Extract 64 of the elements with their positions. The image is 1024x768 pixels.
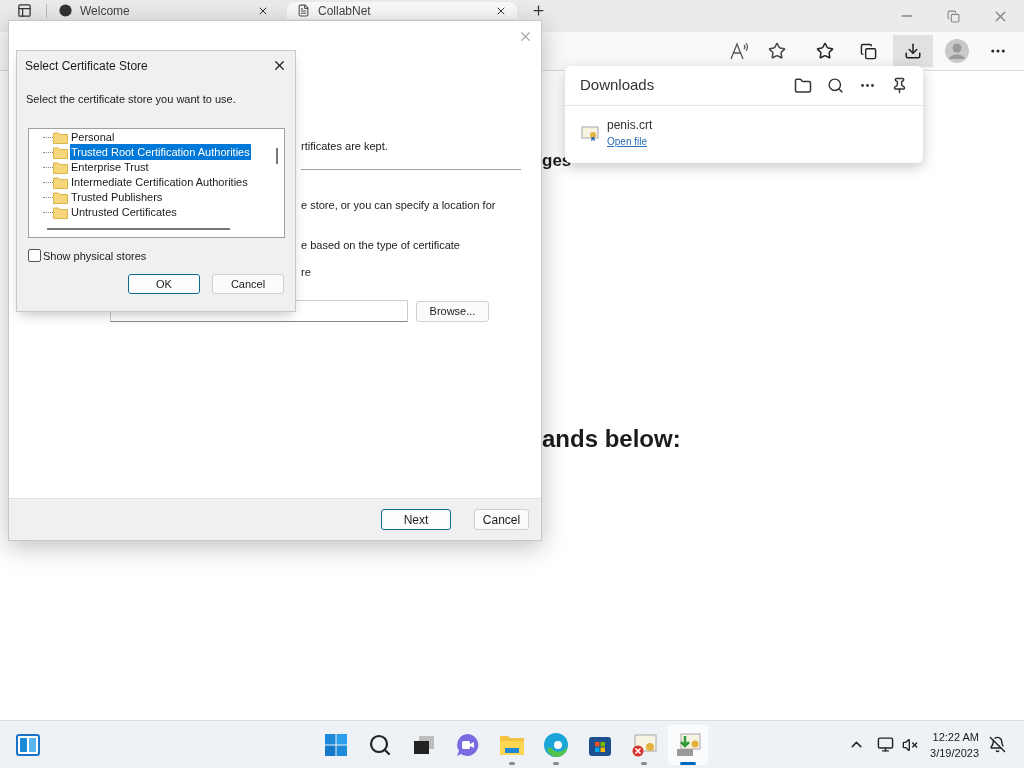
store-item[interactable]: Enterprise Trust — [70, 158, 150, 176]
folder-icon[interactable] — [794, 76, 812, 95]
windows-logo-icon — [324, 732, 348, 757]
store-item[interactable]: Trusted Root Certification Authorities — [70, 143, 251, 161]
tab-actions-icon[interactable] — [17, 3, 32, 18]
dialog-button[interactable]: Cancel — [212, 274, 284, 294]
add-favorite-icon[interactable] — [768, 42, 786, 60]
favorites-icon[interactable] — [816, 42, 834, 60]
browser-tab[interactable]: Welcome — [49, 2, 279, 19]
browser-tab[interactable]: CollabNet — [287, 2, 517, 19]
dialog-prompt: Select the certificate store you want to use. — [25, 92, 237, 107]
file-name: penis.crt — [607, 117, 653, 134]
folder-icon — [53, 175, 68, 189]
open-file-link[interactable]: Open file — [607, 134, 653, 149]
store-item[interactable]: Trusted Publishers — [70, 188, 164, 206]
certificate-import-icon — [675, 731, 701, 758]
panel-title: Downloads — [580, 75, 656, 96]
wizard-button[interactable]: Cancel — [474, 509, 529, 530]
certificate-error-icon — [631, 731, 657, 758]
restore-icon[interactable] — [947, 10, 960, 23]
checkbox[interactable] — [28, 249, 41, 263]
collections-icon[interactable] — [860, 42, 877, 60]
search-icon — [368, 732, 392, 757]
folder-icon — [53, 205, 68, 219]
checkbox-label: Show physical stores — [43, 248, 147, 264]
folder-icon — [499, 733, 525, 756]
folder-icon — [53, 145, 68, 159]
wizard-button[interactable]: Next — [381, 509, 451, 530]
download-icon — [904, 42, 922, 60]
network-icon[interactable] — [877, 736, 895, 753]
certificate-icon — [581, 123, 599, 142]
scrollbar-thumb[interactable] — [276, 147, 278, 164]
folder-icon — [53, 190, 68, 204]
store-item[interactable]: Personal — [70, 128, 116, 146]
new-tab-icon[interactable] — [531, 3, 546, 18]
clock-date: 3/19/2023 — [930, 745, 979, 761]
clock-time: 12:22 AM — [932, 729, 979, 745]
wizard-text: e store, or you can specify a location for — [301, 197, 497, 213]
page-heading: ands below: — [542, 424, 682, 454]
dialog-title: Select Certificate Store — [25, 57, 149, 75]
wizard-text: e based on the type of certificate — [301, 238, 461, 253]
clock[interactable]: 12:22 AM 3/19/2023 — [930, 728, 979, 761]
wizard-text: re — [301, 264, 312, 280]
browse-button[interactable]: Browse... — [416, 300, 489, 322]
scrollbar-thumb[interactable] — [47, 227, 230, 230]
profile-avatar[interactable] — [945, 39, 969, 63]
pin-icon[interactable] — [891, 77, 908, 94]
page-icon — [297, 4, 310, 17]
read-aloud-icon[interactable] — [730, 42, 750, 60]
task-view-icon — [413, 734, 435, 755]
tab-title: CollabNet — [318, 3, 372, 18]
notification-icon[interactable] — [989, 736, 1006, 753]
video-chat-icon — [455, 731, 481, 758]
folder-icon — [53, 130, 68, 144]
store-item[interactable]: Intermediate Certification Authorities — [70, 173, 249, 191]
store-item[interactable]: Untrusted Certificates — [70, 203, 178, 221]
wizard-text: rtificates are kept. — [301, 139, 389, 154]
widgets-icon[interactable] — [16, 733, 40, 756]
volume-muted-icon[interactable] — [902, 736, 919, 753]
downloads-button[interactable] — [893, 35, 933, 67]
folder-icon — [53, 160, 68, 174]
search-icon[interactable] — [827, 77, 844, 94]
dialog-button[interactable]: OK — [128, 274, 200, 294]
tab-title: Welcome — [80, 3, 131, 18]
